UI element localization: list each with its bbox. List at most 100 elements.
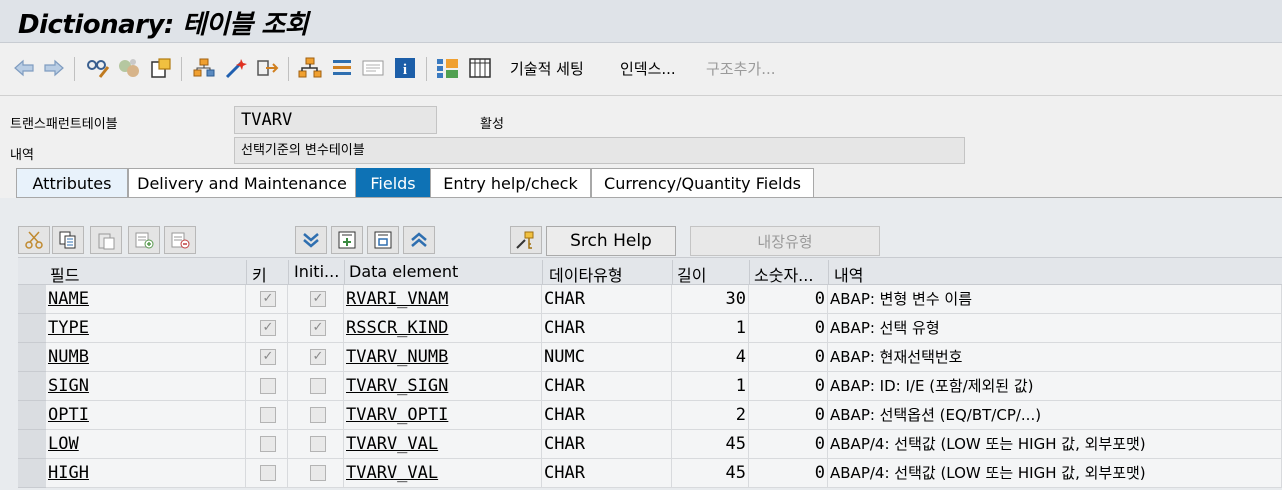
- data-element-cell[interactable]: TVARV_OPTI: [344, 401, 542, 430]
- field-name-cell[interactable]: OPTI: [46, 401, 246, 430]
- data-type-cell[interactable]: CHAR: [542, 372, 672, 401]
- data-type-cell[interactable]: CHAR: [542, 314, 672, 343]
- key-checkbox[interactable]: [260, 465, 276, 481]
- other-object-icon[interactable]: [117, 56, 141, 80]
- initial-checkbox[interactable]: [310, 407, 326, 423]
- table-name-field[interactable]: TVARV: [234, 106, 437, 134]
- data-type-cell[interactable]: CHAR: [542, 430, 672, 459]
- decimals-cell[interactable]: 0: [749, 459, 828, 488]
- stack-icon[interactable]: [330, 56, 354, 80]
- field-name-cell[interactable]: LOW: [46, 430, 246, 459]
- display-change-icon[interactable]: [86, 56, 110, 80]
- description-field[interactable]: 선택기준의 변수테이블: [234, 137, 965, 164]
- decimals-cell[interactable]: 0: [749, 314, 828, 343]
- key-cell[interactable]: [246, 372, 288, 401]
- field-name[interactable]: LOW: [48, 434, 79, 454]
- back-icon[interactable]: [12, 56, 36, 80]
- row-selector[interactable]: [18, 401, 46, 430]
- field-name[interactable]: OPTI: [48, 405, 89, 425]
- data-element[interactable]: RVARI_VNAM: [346, 289, 448, 309]
- key-cell[interactable]: [246, 459, 288, 488]
- description-cell[interactable]: ABAP: 선택 유형: [828, 314, 1282, 343]
- copy-object-icon[interactable]: [149, 56, 173, 80]
- data-element-cell[interactable]: TVARV_VAL: [344, 459, 542, 488]
- decimals-cell[interactable]: 0: [749, 285, 828, 314]
- delete-row-icon[interactable]: [164, 226, 196, 254]
- insert-include-icon[interactable]: [331, 226, 363, 254]
- tab-delivery-maintenance[interactable]: Delivery and Maintenance: [128, 168, 356, 197]
- copy-icon[interactable]: [52, 226, 84, 254]
- field-name[interactable]: NUMB: [48, 347, 89, 367]
- field-name[interactable]: TYPE: [48, 318, 89, 338]
- table-row[interactable]: TYPE ✓ ✓ RSSCR_KIND CHAR 1 0 ABAP: 선택 유형: [18, 314, 1282, 343]
- field-name-cell[interactable]: NUMB: [46, 343, 246, 372]
- table-row[interactable]: HIGH TVARV_VAL CHAR 45 0 ABAP/4: 선택값 (LOW 또는 …: [18, 459, 1282, 488]
- data-element[interactable]: TVARV_VAL: [346, 434, 438, 454]
- data-type-cell[interactable]: NUMC: [542, 343, 672, 372]
- description-cell[interactable]: ABAP: 변형 변수 이름: [828, 285, 1282, 314]
- key-checkbox[interactable]: [260, 407, 276, 423]
- paste-icon[interactable]: [90, 226, 122, 254]
- length-cell[interactable]: 1: [672, 314, 749, 343]
- key-checkbox[interactable]: [260, 378, 276, 394]
- data-element[interactable]: TVARV_OPTI: [346, 405, 448, 425]
- column-header-initial[interactable]: Initi...: [294, 262, 344, 281]
- table-row[interactable]: LOW TVARV_VAL CHAR 45 0 ABAP/4: 선택값 (LOW 또는 H…: [18, 430, 1282, 459]
- column-header-length[interactable]: 길이: [677, 262, 747, 286]
- key-checkbox[interactable]: ✓: [260, 291, 276, 307]
- builtin-type-button[interactable]: 내장유형: [690, 226, 880, 256]
- data-type-cell[interactable]: CHAR: [542, 401, 672, 430]
- length-cell[interactable]: 45: [672, 430, 749, 459]
- length-cell[interactable]: 1: [672, 372, 749, 401]
- data-element-cell[interactable]: RVARI_VNAM: [344, 285, 542, 314]
- row-selector[interactable]: [18, 343, 46, 372]
- technical-settings-button[interactable]: 기술적 세팅: [510, 58, 584, 79]
- include-icon[interactable]: [367, 226, 399, 254]
- field-name-cell[interactable]: NAME: [46, 285, 246, 314]
- data-element-cell[interactable]: TVARV_VAL: [344, 430, 542, 459]
- test-icon[interactable]: [224, 56, 248, 80]
- initial-checkbox[interactable]: ✓: [310, 349, 326, 365]
- srch-help-button[interactable]: Srch Help: [546, 226, 676, 256]
- text-doc-icon[interactable]: [361, 56, 385, 80]
- column-header-data-type[interactable]: 데이타유형: [549, 262, 669, 286]
- tab-entry-help-check[interactable]: Entry help/check: [430, 168, 591, 197]
- initial-checkbox[interactable]: [310, 436, 326, 452]
- key-checkbox[interactable]: [260, 436, 276, 452]
- table-icon[interactable]: [468, 56, 492, 80]
- length-cell[interactable]: 45: [672, 459, 749, 488]
- table-row[interactable]: NUMB ✓ ✓ TVARV_NUMB NUMC 4 0 ABAP: 현재선택번호: [18, 343, 1282, 372]
- column-header-key[interactable]: 키: [252, 262, 292, 286]
- field-name-cell[interactable]: TYPE: [46, 314, 246, 343]
- initial-cell[interactable]: ✓: [288, 285, 344, 314]
- forward-icon[interactable]: [42, 56, 66, 80]
- data-element-cell[interactable]: TVARV_SIGN: [344, 372, 542, 401]
- row-selector[interactable]: [18, 430, 46, 459]
- description-cell[interactable]: ABAP: 현재선택번호: [828, 343, 1282, 372]
- row-selector[interactable]: [18, 285, 46, 314]
- tab-attributes[interactable]: Attributes: [16, 168, 128, 197]
- collapse-icon[interactable]: [403, 226, 435, 254]
- table-row[interactable]: OPTI TVARV_OPTI CHAR 2 0 ABAP: 선택옵션 (EQ/BT/CP…: [18, 401, 1282, 430]
- data-element-cell[interactable]: RSSCR_KIND: [344, 314, 542, 343]
- initial-cell[interactable]: ✓: [288, 343, 344, 372]
- description-cell[interactable]: ABAP/4: 선택값 (LOW 또는 HIGH 값, 외부포맷): [828, 430, 1282, 459]
- insert-row-icon[interactable]: [128, 226, 160, 254]
- row-selector[interactable]: [18, 459, 46, 488]
- data-element[interactable]: TVARV_NUMB: [346, 347, 448, 367]
- description-cell[interactable]: ABAP: 선택옵션 (EQ/BT/CP/...): [828, 401, 1282, 430]
- length-cell[interactable]: 30: [672, 285, 749, 314]
- table-row[interactable]: NAME ✓ ✓ RVARI_VNAM CHAR 30 0 ABAP: 변형 변수 이름: [18, 285, 1282, 314]
- layout-icon[interactable]: [436, 56, 460, 80]
- key-cell[interactable]: [246, 401, 288, 430]
- expand-icon[interactable]: [295, 226, 327, 254]
- initial-checkbox[interactable]: [310, 465, 326, 481]
- key-cell[interactable]: ✓: [246, 314, 288, 343]
- data-type-cell[interactable]: CHAR: [542, 285, 672, 314]
- initial-checkbox[interactable]: [310, 378, 326, 394]
- info-icon[interactable]: i: [393, 56, 417, 80]
- field-name[interactable]: NAME: [48, 289, 89, 309]
- initial-cell[interactable]: [288, 372, 344, 401]
- row-selector[interactable]: [18, 314, 46, 343]
- indexes-button[interactable]: 인덱스...: [620, 58, 676, 79]
